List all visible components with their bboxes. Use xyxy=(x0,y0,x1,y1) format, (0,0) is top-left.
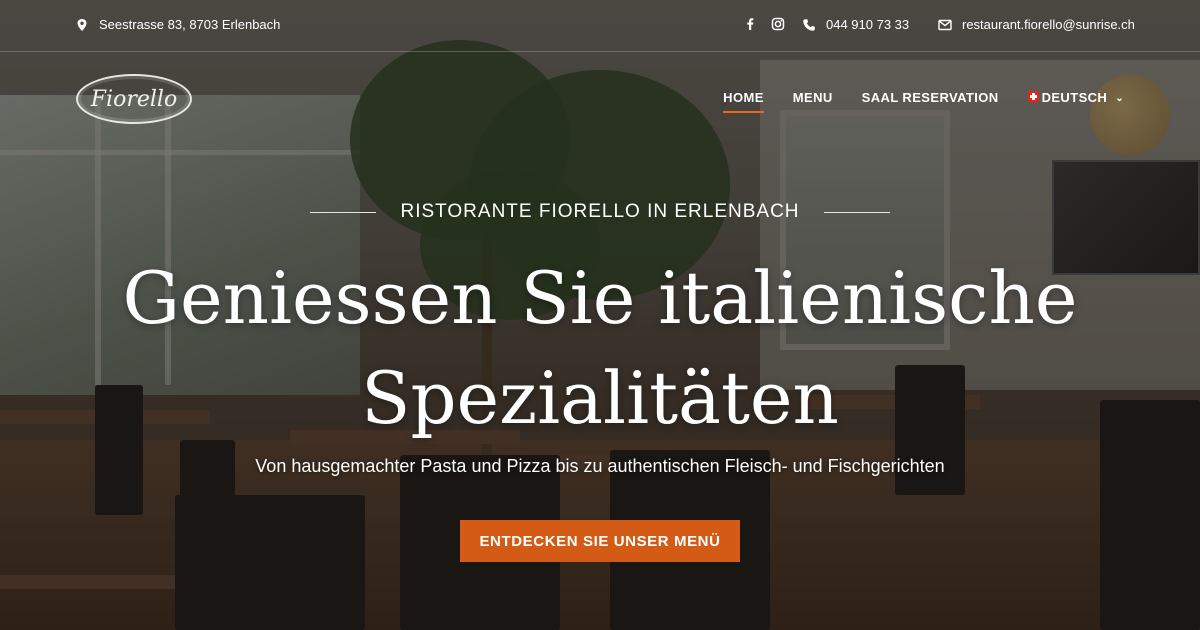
hero-subline: Von hausgemachter Pasta und Pizza bis zu… xyxy=(255,456,945,476)
top-info-bar: Seestrasse 83, 8703 Erlenbach 044 910 73… xyxy=(0,0,1200,52)
facebook-link[interactable] xyxy=(743,17,757,31)
eyebrow-text: RISTORANTE FIORELLO IN ERLENBACH xyxy=(400,201,800,222)
phone-number[interactable]: 044 910 73 33 xyxy=(826,17,909,32)
language-switcher[interactable]: DEUTSCH ⌄ xyxy=(1027,90,1124,113)
hero-headline: Geniessen Sie italienische Spezialitäten xyxy=(0,248,1200,448)
phone-icon xyxy=(803,18,815,31)
envelope-icon xyxy=(938,19,952,30)
email-link[interactable]: restaurant.fiorello@sunrise.ch xyxy=(938,17,1135,32)
language-label: DEUTSCH xyxy=(1041,90,1108,105)
chevron-down-icon: ⌄ xyxy=(1115,93,1124,104)
phone-link[interactable]: 044 910 73 33 xyxy=(802,17,909,32)
nav-item-home[interactable]: HOME xyxy=(723,90,764,113)
eyebrow-divider-right xyxy=(823,211,890,213)
site-logo[interactable]: Fiorello xyxy=(76,74,192,124)
headline-line-1: Geniessen Sie italienische xyxy=(122,256,1078,340)
discover-menu-button[interactable]: ENTDECKEN SIE UNSER MENÜ xyxy=(460,520,740,562)
nav-item-label: HOME xyxy=(723,90,764,105)
eyebrow-divider-left xyxy=(310,211,377,213)
email-address[interactable]: restaurant.fiorello@sunrise.ch xyxy=(962,17,1135,32)
instagram-link[interactable] xyxy=(771,17,785,31)
location-pin-icon xyxy=(77,18,87,31)
instagram-icon[interactable] xyxy=(771,17,785,31)
swiss-flag-icon xyxy=(1027,91,1039,102)
hero-eyebrow: RISTORANTE FIORELLO IN ERLENBACH xyxy=(0,201,1200,223)
nav-item-label: SAAL RESERVATION xyxy=(861,90,999,105)
nav-item-menu[interactable]: MENU xyxy=(793,90,833,113)
headline-line-2: Spezialitäten xyxy=(361,356,839,440)
main-navigation: HOME MENU SAAL RESERVATION DEUTSCH ⌄ xyxy=(723,90,1124,113)
nav-item-label: MENU xyxy=(792,90,833,105)
logo-text: Fiorello xyxy=(90,86,178,112)
nav-item-saal-reservation[interactable]: SAAL RESERVATION xyxy=(862,90,999,113)
address-info: Seestrasse 83, 8703 Erlenbach xyxy=(75,17,280,32)
hero-section: Seestrasse 83, 8703 Erlenbach 044 910 73… xyxy=(0,0,1200,630)
address-text: Seestrasse 83, 8703 Erlenbach xyxy=(99,17,281,32)
facebook-icon[interactable] xyxy=(743,17,757,31)
